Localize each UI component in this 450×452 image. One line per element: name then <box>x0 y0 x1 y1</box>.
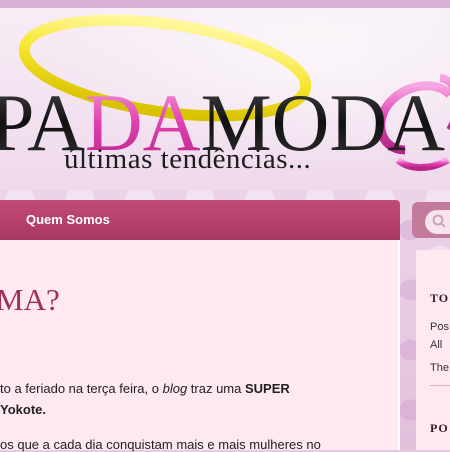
sidebar-link[interactable]: Pos <box>430 321 449 333</box>
blog-tagline: últimas tendências... <box>64 143 312 175</box>
main-navigation: Quem Somos <box>0 200 400 240</box>
bold-text: SUPER <box>244 381 290 396</box>
post-paragraph: Yokote. <box>0 402 46 417</box>
main-content: MA? to a feriado na terça feira, o blog … <box>0 240 400 452</box>
post-title[interactable]: MA? <box>0 282 60 318</box>
search-icon[interactable] <box>431 213 447 229</box>
sidebar-heading: PO <box>430 421 449 435</box>
sidebar-link[interactable]: The <box>430 362 449 374</box>
sidebar-link[interactable]: All <box>430 339 442 351</box>
emphasis-text: blog <box>162 381 188 396</box>
sidebar-divider <box>430 385 450 386</box>
nav-link-quem-somos[interactable]: Quem Somos <box>26 212 110 227</box>
blog-header[interactable]: PADAMODA últimas tendências... <box>0 0 450 190</box>
sidebar-heading: TO <box>430 291 450 305</box>
post-paragraph: to a feriado na terça feira, o blog traz… <box>0 381 290 396</box>
